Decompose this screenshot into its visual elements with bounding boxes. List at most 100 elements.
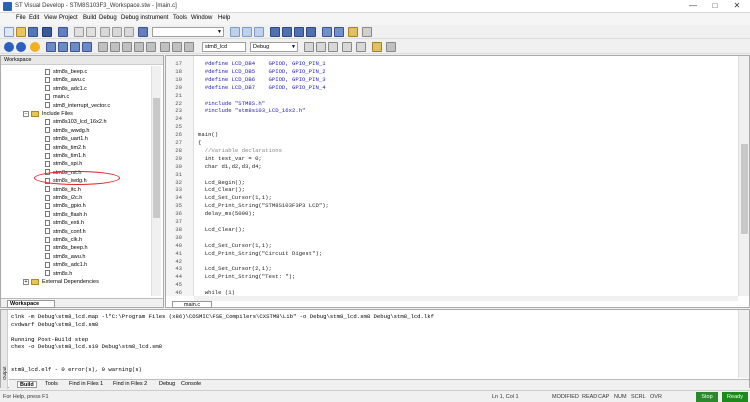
clear-bookmarks-icon[interactable] <box>306 27 316 37</box>
workspace-scrollbar[interactable] <box>151 66 161 296</box>
print-icon[interactable] <box>58 27 68 37</box>
options-icon[interactable] <box>386 42 396 52</box>
tree-item-header[interactable]: stm8s_awu.h <box>45 253 85 261</box>
tree-item-header[interactable]: stm8s_uart1.h <box>45 135 88 143</box>
registers-icon[interactable] <box>160 42 170 52</box>
tree-item-header[interactable]: stm8s.h <box>45 270 72 278</box>
tree-item-file[interactable]: stm8_interrupt_vector.c <box>45 102 110 110</box>
menu-view[interactable]: View <box>44 15 57 21</box>
menu-build[interactable]: Build <box>83 15 96 21</box>
disassembly-icon[interactable] <box>172 42 182 52</box>
menu-window[interactable]: Window <box>191 15 212 21</box>
tree-item-header[interactable]: stm8s_gpio.h <box>45 202 86 210</box>
tree-item-header[interactable]: stm8s_i2c.h <box>45 194 82 202</box>
cut-icon[interactable] <box>100 27 110 37</box>
reset-icon[interactable] <box>110 42 120 52</box>
find-icon[interactable] <box>138 27 148 37</box>
tree-item-header[interactable]: stm8s_tim1.h <box>45 152 86 160</box>
save-icon[interactable] <box>28 27 38 37</box>
tab-debug[interactable]: Debug <box>157 381 177 388</box>
tree-item-file[interactable]: stm8s_beep.c <box>45 68 87 76</box>
menu-tools[interactable]: Tools <box>173 15 187 21</box>
compile-icon[interactable] <box>304 42 314 52</box>
tree-item-header[interactable]: stm8s_flash.h <box>45 211 87 219</box>
tree-item-file[interactable]: stm8s_awu.c <box>45 76 85 84</box>
tree-folder-external-dependencies[interactable]: + External Dependencies <box>23 278 99 286</box>
find-next-icon[interactable] <box>242 27 252 37</box>
undo-icon[interactable] <box>74 27 84 37</box>
run-icon[interactable] <box>46 42 56 52</box>
find-combo[interactable]: ▼ <box>152 27 224 37</box>
configuration-select[interactable]: Debug ▼ <box>250 42 298 52</box>
editor-vertical-scrollbar[interactable] <box>738 56 749 296</box>
tree-item-file[interactable]: stm8s_adc1.c <box>45 85 87 93</box>
step-out-icon[interactable] <box>82 42 92 52</box>
maximize-button[interactable]: □ <box>704 0 726 12</box>
bookmark-icon[interactable] <box>270 27 280 37</box>
debug-start-icon[interactable] <box>30 42 40 52</box>
new-file-icon[interactable] <box>4 27 14 37</box>
tree-folder-include-files[interactable]: − Include Files <box>23 110 73 118</box>
collapse-icon[interactable]: − <box>23 110 29 117</box>
code-editor[interactable]: 17 18 19 20 21 22 23 24 25 26 27 28 29 30 31 32 33 34 35 36… <box>165 55 750 308</box>
peripherals-icon[interactable] <box>184 42 194 52</box>
tab-main-c[interactable]: main.c <box>172 301 212 308</box>
tree-item-header[interactable]: stm8s_adc1.h <box>45 261 87 269</box>
stop-build-icon[interactable] <box>342 42 352 52</box>
clean-icon[interactable] <box>356 42 366 52</box>
rebuild-all-icon[interactable] <box>328 42 338 52</box>
tab-console[interactable]: Console <box>179 381 203 388</box>
open-folder-icon[interactable] <box>16 27 26 37</box>
redo-icon[interactable] <box>86 27 96 37</box>
project-select[interactable]: stm8_lcd <box>202 42 246 52</box>
tree-item-file[interactable]: main.c <box>45 93 69 101</box>
output-scrollbar[interactable] <box>738 310 749 378</box>
tree-item-header[interactable]: stm8s_spi.h <box>45 160 82 168</box>
step-over-icon[interactable] <box>70 42 80 52</box>
next-bookmark-icon[interactable] <box>282 27 292 37</box>
tab-find-in-files-1[interactable]: Find in Files 1 <box>67 381 105 388</box>
tree-item-header[interactable]: stm8s_beep.h <box>45 244 88 252</box>
programmer-icon[interactable] <box>372 42 382 52</box>
menu-help[interactable]: Help <box>218 15 230 21</box>
copy-icon[interactable] <box>112 27 122 37</box>
workspace-scroll-thumb[interactable] <box>153 98 160 218</box>
tree-item-header[interactable]: stm8s_wwdg.h <box>45 127 89 135</box>
step-icon[interactable] <box>58 42 68 52</box>
breakpoint-icon[interactable] <box>122 42 132 52</box>
indent-icon[interactable] <box>322 27 332 37</box>
tree-item-header[interactable]: stm8s103_lcd_16x2.h <box>45 118 107 126</box>
tree-item-header[interactable]: stm8s_tim2.h <box>45 144 86 152</box>
tree-item-header[interactable]: stm8s_itc.h <box>45 186 81 194</box>
prev-bookmark-icon[interactable] <box>294 27 304 37</box>
editor-horizontal-scrollbar[interactable] <box>194 296 738 301</box>
menu-file[interactable]: File <box>16 15 26 21</box>
find-prev-icon[interactable] <box>254 27 264 37</box>
menu-debug-instrument[interactable]: Debug instrument <box>121 15 168 21</box>
watch-icon[interactable] <box>134 42 144 52</box>
tree-item-header[interactable]: stm8s_conf.h <box>45 228 86 236</box>
close-button[interactable]: ✕ <box>726 0 748 12</box>
menu-debug[interactable]: Debug <box>99 15 117 21</box>
tab-build[interactable]: Build <box>17 381 37 388</box>
tab-find-in-files-2[interactable]: Find in Files 2 <box>111 381 149 388</box>
stop-debug-icon[interactable] <box>98 42 108 52</box>
tree-item-header[interactable]: stm8s_exti.h <box>45 219 84 227</box>
context-help-icon[interactable] <box>16 42 26 52</box>
tab-workspace[interactable]: Workspace <box>7 300 55 308</box>
minimize-button[interactable]: — <box>682 0 704 12</box>
outdent-icon[interactable] <box>334 27 344 37</box>
expand-icon[interactable]: + <box>23 278 29 285</box>
memory-icon[interactable] <box>146 42 156 52</box>
find-in-files-icon[interactable] <box>230 27 240 37</box>
menu-edit[interactable]: Edit <box>29 15 39 21</box>
paste-icon[interactable] <box>124 27 134 37</box>
build-icon[interactable] <box>316 42 326 52</box>
save-all-icon[interactable] <box>42 27 52 37</box>
tab-tools[interactable]: Tools <box>43 381 60 388</box>
help-icon[interactable] <box>4 42 14 52</box>
output-window-icon[interactable] <box>362 27 372 37</box>
editor-scroll-thumb[interactable] <box>741 144 748 234</box>
tree-item-header[interactable]: stm8s_clk.h <box>45 236 82 244</box>
menu-project[interactable]: Project <box>59 15 78 21</box>
